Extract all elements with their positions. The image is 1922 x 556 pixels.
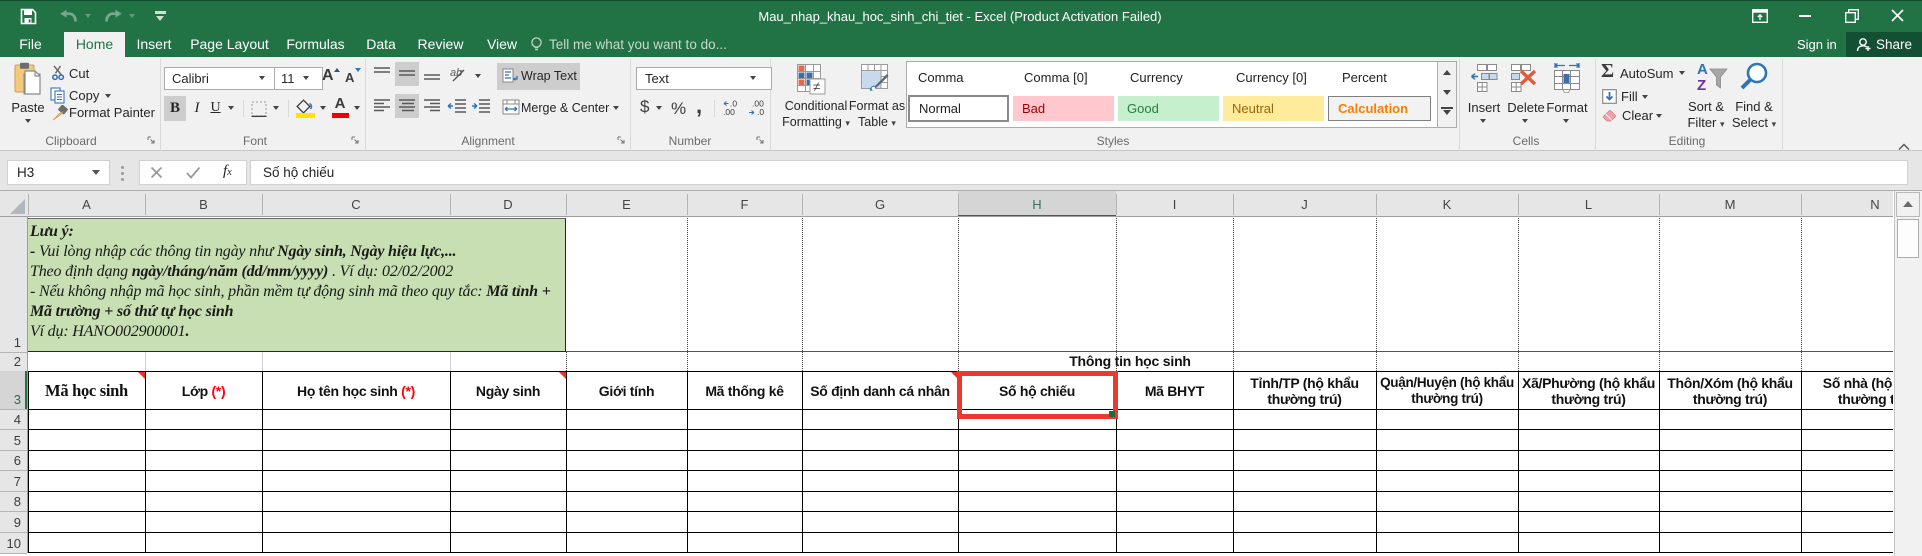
svg-text:≠: ≠ — [813, 79, 820, 94]
svg-text:ab: ab — [450, 67, 462, 79]
svg-text:.0: .0 — [757, 107, 764, 117]
svg-text:.0: .0 — [730, 99, 737, 109]
svg-text:.00: .00 — [723, 107, 735, 117]
